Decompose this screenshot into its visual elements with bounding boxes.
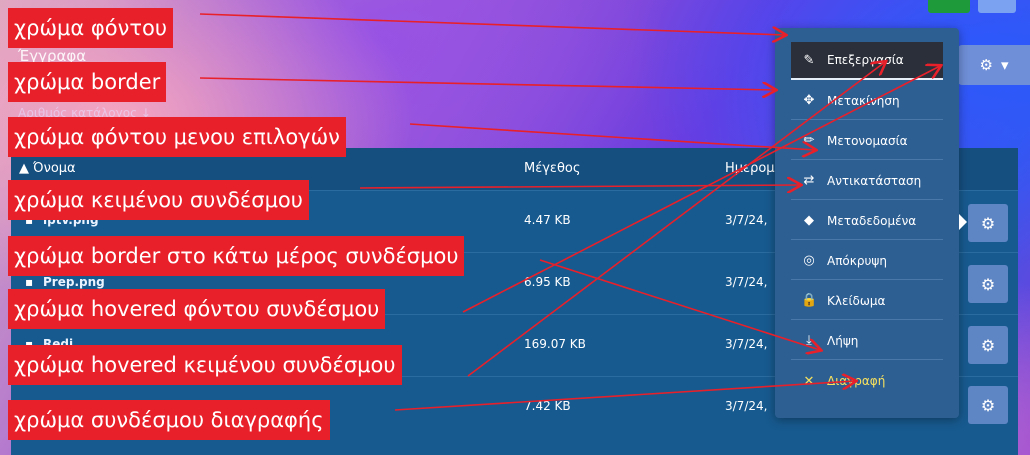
menu-item-lock[interactable]: 🔒 Κλείδωμα xyxy=(791,282,943,320)
lock-icon: 🔒 xyxy=(801,293,818,308)
settings-dropdown-button[interactable]: ⚙ ▾ xyxy=(958,45,1030,85)
menu-item-label: Μεταδεδομένα xyxy=(827,213,917,228)
pencil-icon: ✏ xyxy=(803,133,815,148)
download-icon: ⤓ xyxy=(806,333,812,348)
column-header-name[interactable]: Όνομα xyxy=(33,161,76,176)
annotation-arrow xyxy=(409,123,815,150)
column-header-size[interactable]: Μέγεθος xyxy=(524,161,581,176)
edit-icon: ✎ xyxy=(803,52,815,68)
annotation-label: χρώμα border xyxy=(8,62,167,102)
menu-item-label: Μετακίνηση xyxy=(827,93,900,108)
gear-icon: ⚙ xyxy=(980,335,996,355)
annotation-label: χρώμα φόντου μενου επιλογών xyxy=(8,117,346,157)
annotation-label: χρώμα συνδέσμου διαγραφής xyxy=(8,400,330,440)
annotation-label: χρώμα hovered φόντου συνδέσμου xyxy=(8,289,386,329)
annotation-arrow xyxy=(199,13,785,35)
gear-icon: ⚙ xyxy=(980,274,996,294)
file-size: 6.95 KB xyxy=(524,275,571,289)
menu-item-delete[interactable]: ✕ Διαγραφή xyxy=(791,362,943,400)
move-icon: ✥ xyxy=(803,93,815,108)
gear-icon: ⚙ xyxy=(979,56,993,74)
eye-slash-icon: ◎ xyxy=(803,253,815,268)
annotation-label: χρώμα hovered κειμένου συνδέσμου xyxy=(8,345,402,385)
top-blue-button[interactable] xyxy=(978,0,1016,13)
file-name[interactable]: Prep.png xyxy=(43,275,105,289)
menu-item-label: Μετονομασία xyxy=(827,133,908,148)
close-icon: ✕ xyxy=(803,373,815,389)
menu-item-label: Αντικατάσταση xyxy=(827,173,922,188)
annotation-label: χρώμα κειμένου συνδέσμου xyxy=(8,180,309,220)
row-settings-button[interactable]: ⚙ xyxy=(968,265,1008,303)
menu-item-metadata[interactable]: ◆ Μεταδεδομένα xyxy=(791,202,943,240)
row-settings-button[interactable]: ⚙ xyxy=(968,326,1008,364)
chevron-down-icon: ▾ xyxy=(1000,56,1009,74)
menu-item-label: Λήψη xyxy=(827,333,859,348)
gear-icon: ⚙ xyxy=(980,395,996,415)
file-date: 3/7/24, xyxy=(725,337,768,351)
file-icon: ▪ xyxy=(25,275,34,289)
menu-item-label: Διαγραφή xyxy=(827,374,886,388)
file-size: 169.07 KB xyxy=(524,337,586,351)
annotation-arrow xyxy=(199,77,775,90)
file-size: 4.47 KB xyxy=(524,213,571,227)
annotation-label: χρώμα border στο κάτω μέρος συνδέσμου xyxy=(8,236,465,276)
row-settings-button[interactable]: ⚙ xyxy=(968,204,1008,242)
file-date: 3/7/24, xyxy=(725,275,768,289)
menu-item-hide[interactable]: ◎ Απόκρυψη xyxy=(791,242,943,280)
file-date: 3/7/24, xyxy=(725,213,768,227)
menu-item-rename[interactable]: ✏ Μετονομασία xyxy=(791,122,943,160)
gear-icon: ⚙ xyxy=(980,213,996,233)
menu-pointer xyxy=(959,214,967,230)
annotation-label: χρώμα φόντου xyxy=(8,8,173,48)
context-menu: ✎ Επεξεργασία ✥ Μετακίνηση ✏ Μετονομασία… xyxy=(775,28,967,418)
replace-icon: ⇄ xyxy=(803,173,815,188)
file-size: 7.42 KB xyxy=(524,399,571,413)
sort-up-icon: ▲ xyxy=(19,161,29,176)
row-settings-button[interactable]: ⚙ xyxy=(968,386,1008,424)
file-date: 3/7/24, xyxy=(725,399,768,413)
tag-icon: ◆ xyxy=(804,213,814,228)
menu-item-move[interactable]: ✥ Μετακίνηση xyxy=(791,82,943,120)
top-green-button[interactable] xyxy=(928,0,970,13)
menu-item-download[interactable]: ⤓ Λήψη xyxy=(791,322,943,360)
menu-item-label: Επεξεργασία xyxy=(827,53,904,67)
menu-item-replace[interactable]: ⇄ Αντικατάσταση xyxy=(791,162,943,200)
menu-item-label: Κλείδωμα xyxy=(827,293,886,308)
menu-item-label: Απόκρυψη xyxy=(827,253,887,268)
menu-item-edit[interactable]: ✎ Επεξεργασία xyxy=(791,42,943,80)
